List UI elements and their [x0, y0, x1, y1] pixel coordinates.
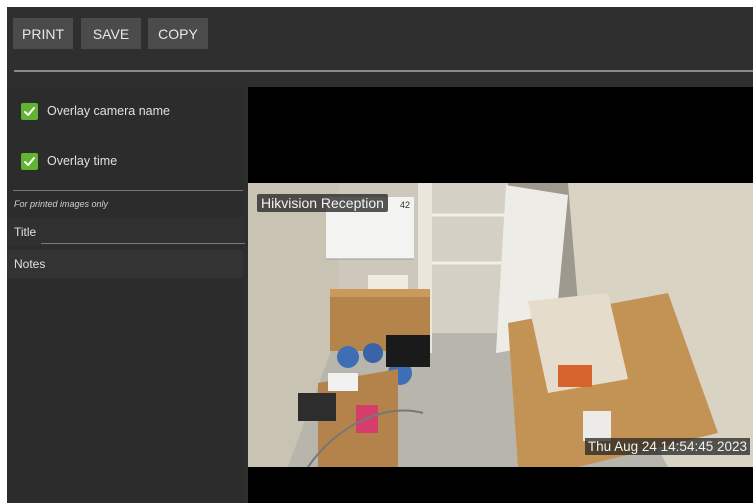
camera-snapshot: 42 Hikvision Reception Thu Aug 24 14:54:…	[248, 183, 753, 467]
overlay-time-option[interactable]: Overlay time	[21, 151, 117, 171]
title-input[interactable]	[41, 221, 245, 244]
toolbar-divider	[14, 70, 753, 72]
timestamp-overlay: Thu Aug 24 14:54:45 2023	[584, 438, 750, 455]
notes-field[interactable]: Notes	[7, 250, 243, 278]
overlay-time-checkbox[interactable]	[21, 152, 38, 170]
checkmark-icon	[24, 156, 35, 166]
title-field-row: Title	[7, 217, 245, 245]
checkmark-icon	[24, 106, 35, 116]
overlay-camera-name-label: Overlay camera name	[47, 104, 170, 118]
camera-snapshot-image: 42	[248, 183, 753, 467]
snapshot-dialog: PRINT SAVE COPY Overlay camera name Over…	[7, 7, 753, 503]
notes-label: Notes	[14, 257, 46, 271]
print-button[interactable]: PRINT	[13, 18, 73, 49]
overlay-camera-name-checkbox[interactable]	[21, 102, 38, 120]
print-only-hint: For printed images only	[14, 199, 109, 209]
panel-divider	[13, 190, 243, 191]
title-label: Title	[14, 225, 37, 239]
snapshot-viewer: 42 Hikvision Reception Thu Aug 24 14:54:…	[248, 87, 753, 503]
svg-text:42: 42	[400, 200, 410, 210]
copy-button[interactable]: COPY	[148, 18, 208, 49]
options-panel: Overlay camera name Overlay time For pri…	[7, 87, 245, 503]
save-button[interactable]: SAVE	[81, 18, 141, 49]
camera-name-overlay: Hikvision Reception	[257, 194, 388, 212]
overlay-camera-name-option[interactable]: Overlay camera name	[21, 101, 170, 121]
toolbar: PRINT SAVE COPY	[7, 7, 753, 72]
overlay-time-label: Overlay time	[47, 154, 118, 168]
